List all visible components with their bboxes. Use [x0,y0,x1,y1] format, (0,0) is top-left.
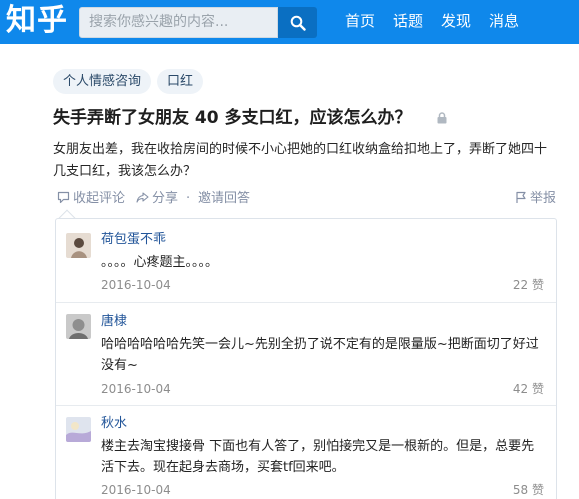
nav-explore[interactable]: 发现 [441,0,471,44]
comment-text: 哈哈哈哈哈哈先笑一会儿~先别全扔了说不定有的是限量版~把断面切了好过没有~ [101,337,539,373]
comment-date: 2016-10-04 [101,483,171,497]
comment-icon [57,191,70,204]
collapse-comments-button[interactable]: 收起评论 [57,189,125,209]
comment-text: 。。。。心疼题主。。。。 [101,255,219,270]
topic-tag-emotional-consulting[interactable]: 个人情感咨询 [53,69,152,94]
zhihu-logo[interactable]: 知乎 [6,2,68,40]
search-button[interactable] [278,7,317,38]
report-label: 举报 [530,191,557,206]
comment-likes[interactable]: 42 赞 [513,381,544,397]
question-detail: 女朋友出差，我在收拾房间的时候不小心把她的口红收纳盒给扣地上了，弄断了她四十几支… [53,142,548,179]
flag-icon [516,191,526,203]
search-icon [290,15,306,31]
comment-author[interactable]: 唐棣 [101,313,127,331]
avatar[interactable] [66,233,91,258]
nav-messages[interactable]: 消息 [489,0,519,44]
comment-date: 2016-10-04 [101,382,171,396]
share-button[interactable]: 分享 [136,189,178,209]
search-input[interactable]: 搜索你感兴趣的内容... [79,7,278,38]
nav-topics[interactable]: 话题 [393,0,423,44]
comment-author[interactable]: 荷包蛋不乖 [101,231,166,249]
nav-home[interactable]: 首页 [345,0,375,44]
comment-likes[interactable]: 22 赞 [513,277,544,293]
invite-answer-button[interactable]: 邀请回答 [198,189,250,209]
lock-icon [437,112,447,124]
comment-divider [56,302,556,303]
collapse-comments-label: 收起评论 [73,191,126,206]
comment-divider [56,405,556,406]
comment-text: 楼主去淘宝搜接骨 下面也有人答了，别怕接完又是一根新的。但是，总要先活下去。现在… [101,439,535,475]
comment-date: 2016-10-04 [101,278,171,292]
share-icon [136,192,149,203]
comment-author[interactable]: 秋水 [101,415,127,433]
avatar[interactable] [66,417,91,442]
question-title: 失手弄断了女朋友 40 多支口红，应该怎么办？ [53,108,412,128]
topic-tag-lipstick[interactable]: 口红 [157,69,204,94]
action-separator: · [186,191,191,206]
comment-likes[interactable]: 58 赞 [513,482,544,498]
avatar[interactable] [66,314,91,339]
report-button[interactable]: 举报 [515,189,556,209]
top-navigation-bar: 知乎 搜索你感兴趣的内容... 首页 话题 发现 消息 [0,0,579,44]
comments-panel: 荷包蛋不乖 。。。。心疼题主。。。。 2016-10-04 22 赞 唐棣 哈哈… [55,218,557,499]
share-label: 分享 [152,191,179,206]
